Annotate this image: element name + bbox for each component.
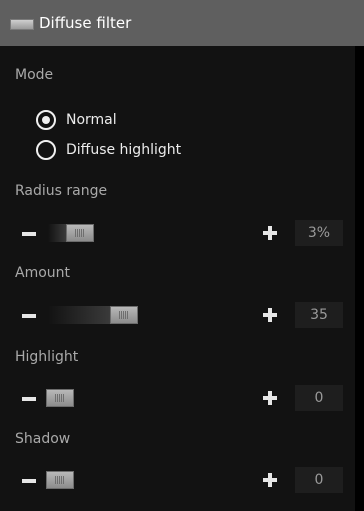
radius-decrease-icon[interactable] — [22, 232, 36, 236]
panel-title: Diffuse filter — [39, 14, 132, 32]
radius-value[interactable]: 3% — [295, 220, 343, 246]
amount-decrease-icon[interactable] — [22, 314, 36, 318]
radius-range-label: Radius range — [15, 183, 108, 199]
highlight-value[interactable]: 0 — [295, 385, 343, 411]
highlight-slider-thumb[interactable] — [46, 389, 74, 407]
shadow-slider-thumb[interactable] — [46, 471, 74, 489]
panel-header[interactable]: Diffuse filter — [0, 0, 364, 46]
radius-range-control: 3% — [0, 220, 355, 246]
highlight-increase-icon[interactable] — [262, 390, 278, 406]
radio-diffuse-highlight[interactable]: Diffuse highlight — [36, 140, 236, 160]
radius-increase-icon[interactable] — [262, 225, 278, 241]
shadow-decrease-icon[interactable] — [22, 479, 36, 483]
mode-label: Mode — [15, 67, 54, 83]
amount-slider-track[interactable] — [48, 306, 110, 324]
radio-normal[interactable]: Normal — [36, 110, 236, 130]
amount-control: 35 — [0, 302, 355, 328]
highlight-decrease-icon[interactable] — [22, 397, 36, 401]
panel-toggle-icon[interactable] — [10, 19, 34, 30]
radius-slider-track[interactable] — [48, 224, 66, 242]
highlight-label: Highlight — [15, 349, 79, 365]
radio-diffuse-highlight-label[interactable]: Diffuse highlight — [66, 140, 181, 160]
shadow-increase-icon[interactable] — [262, 472, 278, 488]
highlight-control: 0 — [0, 385, 355, 411]
radio-selected-icon[interactable] — [36, 110, 56, 130]
shadow-label: Shadow — [15, 431, 71, 447]
amount-slider-thumb[interactable] — [110, 306, 138, 324]
radio-unselected-icon[interactable] — [36, 140, 56, 160]
amount-increase-icon[interactable] — [262, 307, 278, 323]
shadow-value[interactable]: 0 — [295, 467, 343, 493]
amount-label: Amount — [15, 265, 71, 281]
amount-value[interactable]: 35 — [295, 302, 343, 328]
radius-slider-thumb[interactable] — [66, 224, 94, 242]
radio-normal-label[interactable]: Normal — [66, 110, 117, 130]
shadow-control: 0 — [0, 467, 355, 493]
